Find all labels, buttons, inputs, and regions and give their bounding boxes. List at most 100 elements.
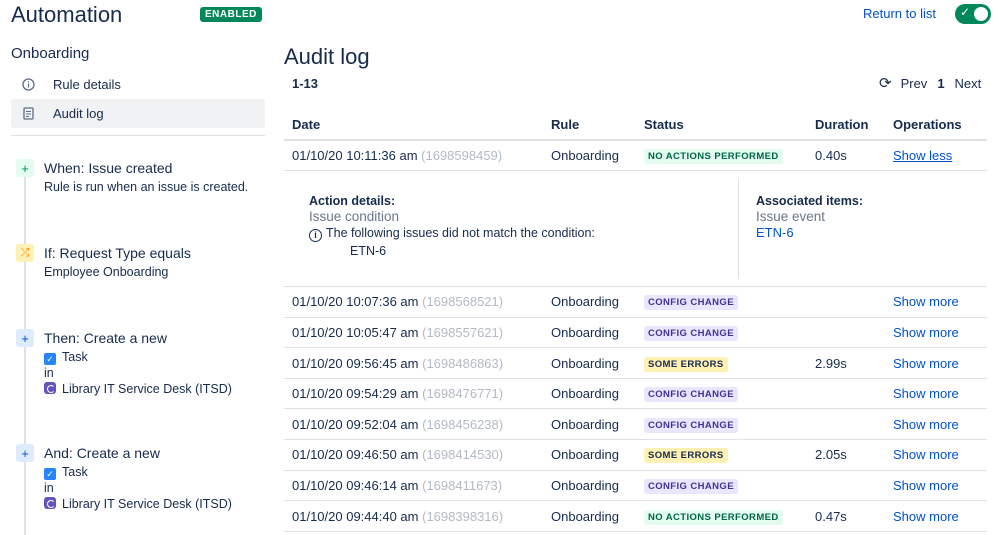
show-more-link[interactable]: Show more xyxy=(893,356,959,371)
sidebar-item-audit-log[interactable]: Audit log xyxy=(11,99,265,128)
table-row: 01/10/20 09:54:29 am (1698476771) Onboard… xyxy=(284,378,987,410)
in-label: in xyxy=(44,366,54,380)
row-duration xyxy=(807,470,885,502)
unmatched-issue-key: ETN-6 xyxy=(350,244,387,259)
document-icon xyxy=(21,107,35,120)
prev-page-button[interactable]: Prev xyxy=(901,76,928,91)
status-badge: SOME ERRORS xyxy=(644,448,728,464)
row-date: 01/10/20 09:54:29 am xyxy=(292,386,419,402)
row-duration: 0.47s xyxy=(807,500,885,532)
enabled-badge: ENABLED xyxy=(200,7,262,22)
row-rule: Onboarding xyxy=(543,286,636,318)
status-badge: NO ACTIONS PERFORMED xyxy=(644,509,783,525)
associated-issue-link[interactable]: ETN-6 xyxy=(756,225,863,240)
project-icon xyxy=(44,382,56,394)
details-divider xyxy=(738,179,739,280)
sidebar-item-label: Audit log xyxy=(53,106,104,121)
row-date: 01/10/20 10:05:47 am xyxy=(292,324,419,340)
row-duration xyxy=(807,286,885,318)
details-row: Action details: Issue condition i The fol… xyxy=(284,170,987,288)
flow-connector-line xyxy=(24,175,26,535)
flow-step-title: When: Issue created xyxy=(44,160,173,176)
row-rule: Onboarding xyxy=(543,500,636,532)
sidebar-rule-name: Onboarding xyxy=(11,45,90,62)
shuffle-icon: ⤮ xyxy=(16,244,34,262)
status-badge: SOME ERRORS xyxy=(644,356,728,372)
row-duration xyxy=(807,317,885,349)
row-date: 01/10/20 10:07:36 am xyxy=(292,294,419,310)
rule-enabled-toggle[interactable]: ✓ xyxy=(955,4,991,24)
show-more-link[interactable]: Show more xyxy=(893,509,959,524)
row-date: 01/10/20 09:46:50 am xyxy=(292,447,419,463)
associated-items-value: Issue event xyxy=(756,209,826,225)
audit-log-table: Date Rule Status Duration Operations 01/… xyxy=(284,110,987,532)
action-info-text: The following issues did not match the c… xyxy=(326,226,595,241)
refresh-icon[interactable]: ⟳ xyxy=(879,74,892,92)
flow-step-description: Employee Onboarding xyxy=(44,265,169,279)
check-icon: ✓ xyxy=(960,5,971,19)
table-row: 01/10/20 10:07:36 am (1698568521) Onboard… xyxy=(284,286,987,318)
next-page-button[interactable]: Next xyxy=(955,76,982,91)
show-more-link[interactable]: Show more xyxy=(893,417,959,432)
table-row: 01/10/20 09:46:50 am (1698414530) Onboard… xyxy=(284,439,987,471)
row-duration: 2.05s xyxy=(807,439,885,471)
row-timestamp: (1698598459) xyxy=(421,148,503,164)
row-rule: Onboarding xyxy=(543,378,636,410)
in-label: in xyxy=(44,481,54,495)
row-rule: Onboarding xyxy=(543,140,636,172)
action-details-heading: Action details: xyxy=(309,194,396,209)
info-icon: i xyxy=(309,229,322,243)
project-label: Library IT Service Desk (ITSD) xyxy=(62,497,232,511)
column-header-rule: Rule xyxy=(543,110,636,141)
task-type-icon: ✓ xyxy=(44,468,56,480)
plus-icon: + xyxy=(16,329,34,347)
return-to-list-link[interactable]: Return to list xyxy=(863,6,936,21)
column-header-duration: Duration xyxy=(807,110,885,141)
show-more-link[interactable]: Show more xyxy=(893,478,959,493)
table-row: 01/10/20 09:44:40 am (1698398316) Onboard… xyxy=(284,500,987,532)
current-page[interactable]: 1 xyxy=(937,76,944,91)
row-timestamp: (1698398316) xyxy=(422,508,504,524)
row-timestamp: (1698411673) xyxy=(422,477,503,493)
row-date: 01/10/20 09:44:40 am xyxy=(292,508,419,524)
status-badge: CONFIG CHANGE xyxy=(644,325,738,341)
app-title: Automation xyxy=(11,2,123,27)
show-more-link[interactable]: Show more xyxy=(893,447,959,462)
status-badge: CONFIG CHANGE xyxy=(644,417,738,433)
project-label: Library IT Service Desk (ITSD) xyxy=(62,382,232,396)
row-date: 01/10/20 09:52:04 am xyxy=(292,416,419,432)
row-duration xyxy=(807,408,885,441)
row-duration: 0.40s xyxy=(807,140,885,172)
row-timestamp: (1698456238) xyxy=(422,416,504,432)
table-row: 01/10/20 09:56:45 am (1698486863) Onboard… xyxy=(284,347,987,379)
row-duration: 2.99s xyxy=(807,347,885,379)
project-icon xyxy=(44,497,56,509)
pagination: ⟳ Prev 1 Next xyxy=(879,74,981,92)
row-timestamp: (1698476771) xyxy=(422,386,504,402)
row-rule: Onboarding xyxy=(543,408,636,441)
flow-step-title: And: Create a new xyxy=(44,445,160,461)
row-timestamp: (1698414530) xyxy=(422,447,504,463)
toggle-knob xyxy=(974,7,988,21)
task-type-icon: ✓ xyxy=(44,353,56,365)
show-more-link[interactable]: Show more xyxy=(893,386,959,401)
issue-type-label: Task xyxy=(62,465,88,479)
show-more-link[interactable]: Show more xyxy=(893,325,959,340)
table-row: 01/10/20 10:11:36 am (1698598459) Onboar… xyxy=(284,140,987,172)
row-rule: Onboarding xyxy=(543,439,636,471)
sidebar-item-label: Rule details xyxy=(53,77,121,92)
row-date: 01/10/20 09:56:45 am xyxy=(292,355,419,371)
issue-type-label: Task xyxy=(62,350,88,364)
result-range: 1-13 xyxy=(292,76,319,91)
sidebar-item-rule-details[interactable]: Rule details xyxy=(11,70,265,99)
page-title: Audit log xyxy=(284,44,370,69)
plus-icon: + xyxy=(16,159,34,177)
table-row: 01/10/20 09:46:14 am (1698411673) Onboard… xyxy=(284,470,987,502)
row-timestamp: (1698568521) xyxy=(422,294,504,310)
show-less-link[interactable]: Show less xyxy=(893,148,952,163)
status-badge: CONFIG CHANGE xyxy=(644,387,738,403)
show-more-link[interactable]: Show more xyxy=(893,294,959,309)
status-badge: NO ACTIONS PERFORMED xyxy=(644,149,783,165)
row-duration xyxy=(807,378,885,410)
column-header-operations: Operations xyxy=(885,110,987,141)
